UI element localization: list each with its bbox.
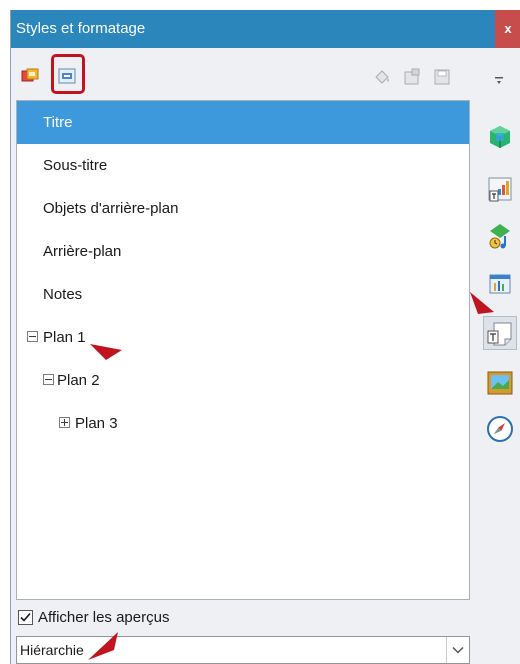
new-style-from-selection-icon: [404, 68, 420, 85]
style-item[interactable]: Sous-titre: [17, 144, 469, 187]
close-button[interactable]: x: [495, 10, 520, 48]
master-slides-icon: [487, 322, 512, 346]
sidebar-animation-button[interactable]: [483, 366, 517, 400]
window-title: Styles et formatage: [16, 20, 146, 37]
dropdown-arrow-button[interactable]: [446, 637, 469, 663]
annotation-arrow-icon: [88, 632, 118, 660]
update-style-icon: [434, 69, 450, 85]
style-item-label: Notes: [43, 286, 83, 303]
style-item[interactable]: Notes: [17, 273, 469, 316]
style-item-label: Plan 3: [75, 415, 118, 432]
graphic-styles-button[interactable]: [19, 65, 41, 87]
annotation-arrow-icon: [90, 344, 122, 360]
sidebar-styles-button[interactable]: [483, 172, 517, 206]
new-style-from-selection-button[interactable]: [401, 66, 423, 88]
sidebar-deck: [479, 48, 520, 648]
chevron-down-icon: [452, 646, 464, 654]
animation-icon: [487, 371, 513, 395]
styles-chart-icon: [488, 177, 512, 202]
collapse-icon[interactable]: [43, 374, 54, 385]
sidebar-navigator-button[interactable]: [483, 412, 517, 446]
collapse-icon[interactable]: [27, 331, 38, 342]
style-item-label: Plan 2: [57, 372, 100, 389]
menu-icon: [495, 77, 503, 84]
styles-window: Styles et formatage x Titre Sous-titre O…: [10, 10, 520, 664]
style-item[interactable]: Plan 2: [17, 359, 469, 402]
gallery-icon: [489, 224, 510, 249]
styles-list: Titre Sous-titre Objets d'arrière-plan Arri…: [16, 100, 470, 600]
style-item-label: Objets d'arrière-plan: [43, 200, 179, 217]
checkmark-icon: [20, 612, 31, 622]
style-item[interactable]: Arrière-plan: [17, 230, 469, 273]
preview-checkbox[interactable]: [18, 610, 33, 625]
style-item[interactable]: Objets d'arrière-plan: [17, 187, 469, 230]
presentation-styles-highlight: [51, 54, 85, 94]
expand-icon[interactable]: [59, 417, 70, 428]
style-item-label: Arrière-plan: [43, 243, 122, 260]
fill-format-mode-button[interactable]: [371, 66, 393, 88]
sidebar-menu-button[interactable]: [483, 64, 517, 98]
update-style-button[interactable]: [431, 66, 453, 88]
graphic-styles-icon: [21, 68, 39, 82]
sidebar-gallery-button[interactable]: [483, 220, 517, 254]
preview-label: Afficher les aperçus: [38, 609, 170, 626]
style-item[interactable]: Plan 1: [17, 316, 469, 359]
annotation-arrow-icon: [470, 292, 494, 314]
fill-format-mode-icon: [375, 70, 389, 84]
title-bar: Styles et formatage x: [11, 10, 520, 48]
style-item-label: Sous-titre: [43, 157, 108, 174]
style-item[interactable]: Titre: [17, 101, 469, 144]
navigator-icon: [487, 416, 513, 442]
style-item[interactable]: Plan 3: [17, 402, 469, 445]
sidebar-master-slides-button[interactable]: [483, 316, 517, 350]
style-item-label: Plan 1: [43, 329, 86, 346]
style-filter-value: Hiérarchie: [20, 642, 84, 658]
properties-icon: [490, 126, 510, 148]
sidebar-properties-button[interactable]: [483, 120, 517, 154]
style-item-label: Titre: [43, 114, 73, 131]
